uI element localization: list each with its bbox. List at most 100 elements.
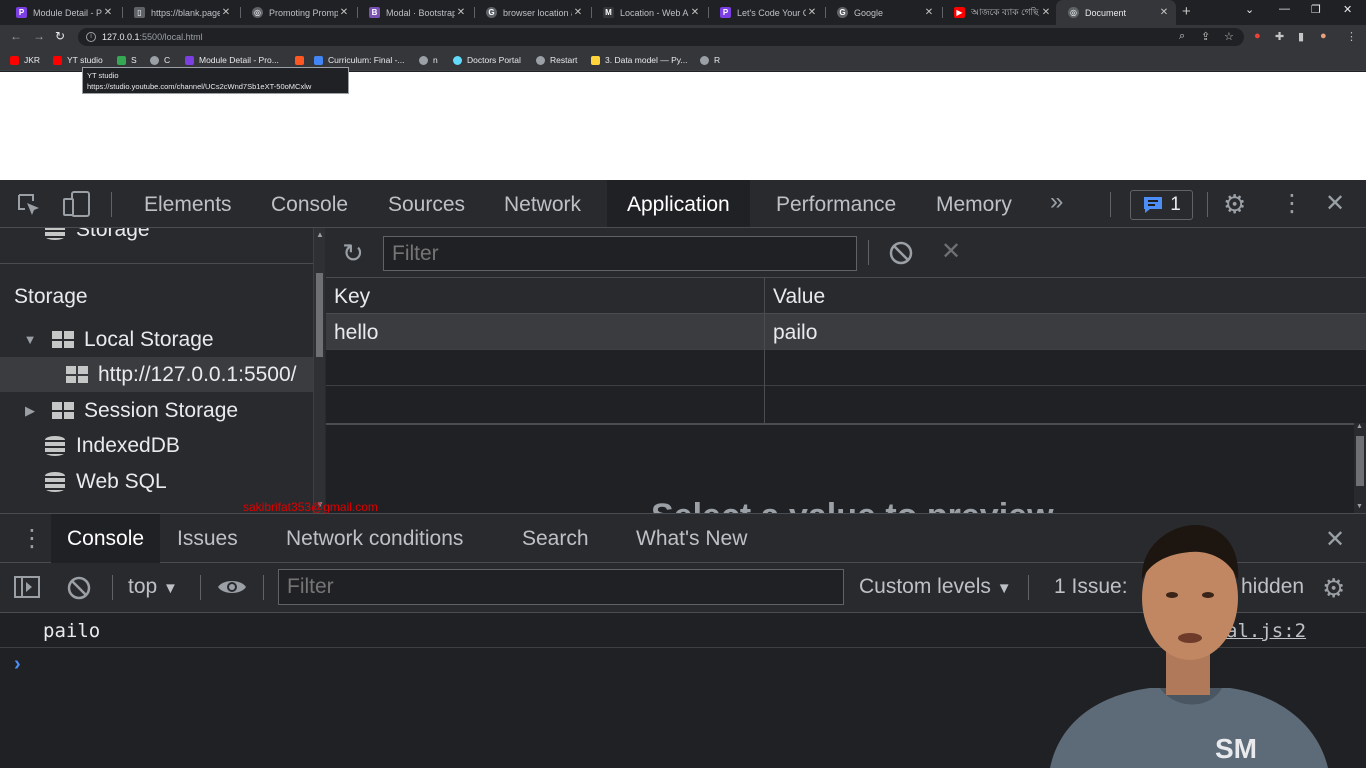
table-row-empty[interactable] bbox=[326, 386, 1366, 422]
close-icon[interactable]: ✕ bbox=[923, 7, 935, 18]
drawer-menu-icon[interactable]: ⋮ bbox=[20, 524, 44, 553]
sidebar-item-indexeddb[interactable]: IndexedDB bbox=[44, 428, 180, 463]
tab-console[interactable]: Console bbox=[271, 180, 348, 227]
tab-promoting-prompt[interactable]: ◎ Promoting Prompt ✕ bbox=[240, 0, 356, 25]
caret-down-icon[interactable]: ▼ bbox=[22, 332, 38, 347]
scroll-down-icon[interactable]: ▼ bbox=[1356, 503, 1363, 510]
console-filter-input[interactable] bbox=[278, 569, 844, 605]
scroll-up-icon[interactable]: ▲ bbox=[1356, 423, 1363, 430]
sidebar-item-session-storage[interactable]: ▶ Session Storage bbox=[22, 393, 238, 428]
sidebar-vertical-scrollbar[interactable]: ▲ ▼ bbox=[313, 228, 325, 513]
caret-right-icon[interactable]: ▶ bbox=[22, 403, 38, 419]
tab-search-icon[interactable]: ⌄ bbox=[1245, 3, 1254, 16]
bookmark-item[interactable]: n bbox=[419, 54, 438, 66]
share-icon[interactable]: ⇪ bbox=[1201, 30, 1210, 43]
table-row-empty[interactable] bbox=[326, 350, 1366, 386]
column-divider[interactable] bbox=[764, 278, 765, 423]
bookmark-item[interactable]: 3. Data model — Py... bbox=[591, 54, 688, 66]
close-icon[interactable]: ✕ bbox=[1040, 7, 1052, 18]
sidebar-toggle-icon[interactable] bbox=[13, 575, 41, 604]
live-expression-eye-icon[interactable] bbox=[216, 576, 248, 603]
storage-filter-input[interactable] bbox=[383, 236, 857, 271]
column-key-header[interactable]: Key bbox=[334, 285, 370, 309]
close-devtools-icon[interactable]: ✕ bbox=[1325, 189, 1345, 218]
close-icon[interactable]: ✕ bbox=[338, 7, 350, 18]
address-bar[interactable]: i 127.0.0.1:5500/local.html bbox=[78, 28, 1244, 46]
star-icon[interactable]: ☆ bbox=[1224, 30, 1234, 43]
tab-elements[interactable]: Elements bbox=[144, 180, 232, 227]
row-key[interactable]: hello bbox=[334, 321, 378, 345]
avatar[interactable]: ● bbox=[1320, 30, 1327, 42]
drawer-tab-issues[interactable]: Issues bbox=[177, 514, 238, 563]
sidebar-item-web-sql[interactable]: Web SQL bbox=[44, 464, 167, 499]
bookmark-item[interactable]: R bbox=[700, 54, 720, 66]
tab-lets-code[interactable]: P Let's Code Your Ca ✕ bbox=[708, 0, 824, 25]
bookmark-item[interactable]: Doctors Portal bbox=[453, 54, 521, 66]
close-icon[interactable]: ✕ bbox=[572, 7, 584, 18]
tab-location-web-api[interactable]: M Location - Web AP ✕ bbox=[591, 0, 707, 25]
scrollbar-thumb[interactable] bbox=[316, 273, 323, 357]
site-info-icon[interactable]: i bbox=[86, 32, 96, 42]
device-toolbar-icon[interactable] bbox=[62, 190, 92, 223]
minimize-icon[interactable]: — bbox=[1279, 3, 1290, 15]
scroll-up-icon[interactable]: ▲ bbox=[316, 230, 324, 239]
restore-icon[interactable]: ❐ bbox=[1311, 3, 1321, 16]
more-tabs-icon[interactable]: » bbox=[1050, 188, 1063, 216]
tab-google[interactable]: G Google ✕ bbox=[825, 0, 941, 25]
close-icon[interactable]: ✕ bbox=[220, 7, 232, 18]
table-row[interactable]: hello pailo bbox=[326, 314, 1366, 350]
bookmark-item[interactable]: JKR bbox=[10, 54, 40, 66]
side-panel-icon[interactable]: ▮ bbox=[1298, 30, 1304, 43]
bookmark-item[interactable]: Module Detail - Pro... bbox=[185, 54, 279, 66]
zoom-icon[interactable]: ⌕ bbox=[1179, 30, 1185, 43]
bookmark-item[interactable]: S bbox=[117, 54, 137, 66]
close-icon[interactable]: ✕ bbox=[455, 7, 467, 18]
extension-icon[interactable]: ● bbox=[1254, 30, 1261, 42]
tab-memory[interactable]: Memory bbox=[936, 180, 1012, 227]
close-icon[interactable]: ✕ bbox=[806, 7, 818, 18]
reload-icon[interactable]: ↻ bbox=[55, 29, 65, 43]
tab-blank-page[interactable]: ▯ https://blank.page ✕ bbox=[122, 0, 238, 25]
tab-document[interactable]: ◎ Document ✕ bbox=[1056, 0, 1176, 25]
drawer-tab-console[interactable]: Console bbox=[51, 514, 161, 563]
tab-module-detail[interactable]: P Module Detail - Pr ✕ bbox=[4, 0, 120, 25]
log-levels-dropdown[interactable]: Custom levels ▼ bbox=[859, 575, 1012, 599]
window-close-icon[interactable]: ✕ bbox=[1343, 3, 1352, 16]
inspect-element-icon[interactable] bbox=[16, 192, 42, 223]
preview-scrollbar[interactable]: ▲ ▼ bbox=[1354, 423, 1366, 513]
drawer-tab-whats-new[interactable]: What's New bbox=[636, 514, 747, 563]
close-icon[interactable]: ✕ bbox=[1158, 7, 1170, 18]
bookmark-item[interactable]: YT studio bbox=[53, 54, 103, 66]
drawer-tab-search[interactable]: Search bbox=[522, 514, 589, 563]
bookmark-item[interactable]: C bbox=[150, 54, 170, 66]
tab-sources[interactable]: Sources bbox=[388, 180, 465, 227]
context-selector[interactable]: top ▼ bbox=[128, 575, 178, 599]
sidebar-item-storage-cut[interactable]: Storage bbox=[44, 228, 150, 247]
tab-network[interactable]: Network bbox=[504, 180, 581, 227]
forward-icon[interactable]: → bbox=[33, 29, 45, 43]
clear-console-icon[interactable] bbox=[66, 575, 92, 606]
new-tab-button[interactable]: + bbox=[1182, 3, 1191, 20]
delete-selected-icon[interactable]: ✕ bbox=[941, 237, 961, 266]
bookmark-item[interactable]: Curriculum: Final -... bbox=[314, 54, 405, 66]
clear-all-icon[interactable] bbox=[888, 240, 914, 271]
issues-badge[interactable]: 1 bbox=[1130, 190, 1193, 220]
tab-performance[interactable]: Performance bbox=[776, 180, 896, 227]
close-icon[interactable]: ✕ bbox=[689, 7, 701, 18]
scrollbar-thumb[interactable] bbox=[1356, 436, 1364, 486]
tab-bootstrap-modal[interactable]: B Modal · Bootstrap ✕ bbox=[357, 0, 473, 25]
sidebar-item-local-storage[interactable]: ▼ Local Storage bbox=[22, 322, 214, 357]
close-icon[interactable]: ✕ bbox=[102, 7, 114, 18]
back-icon[interactable]: ← bbox=[10, 29, 22, 43]
menu-icon[interactable]: ⋮ bbox=[1346, 30, 1357, 43]
console-prompt-icon[interactable]: › bbox=[14, 653, 21, 676]
tab-browser-location[interactable]: G browser location a ✕ bbox=[474, 0, 590, 25]
column-value-header[interactable]: Value bbox=[773, 285, 825, 309]
refresh-icon[interactable]: ↻ bbox=[342, 238, 364, 269]
sidebar-item-local-origin[interactable]: http://127.0.0.1:5500/ bbox=[0, 357, 313, 392]
gear-icon[interactable]: ⚙ bbox=[1223, 189, 1246, 220]
kebab-menu-icon[interactable]: ⋮ bbox=[1280, 189, 1304, 218]
drawer-tab-network-conditions[interactable]: Network conditions bbox=[286, 514, 463, 563]
bookmark-item[interactable]: Restart bbox=[536, 54, 577, 66]
tab-youtube[interactable]: ▶ আজকে ব্যাক গেছি ল ✕ bbox=[942, 0, 1058, 25]
